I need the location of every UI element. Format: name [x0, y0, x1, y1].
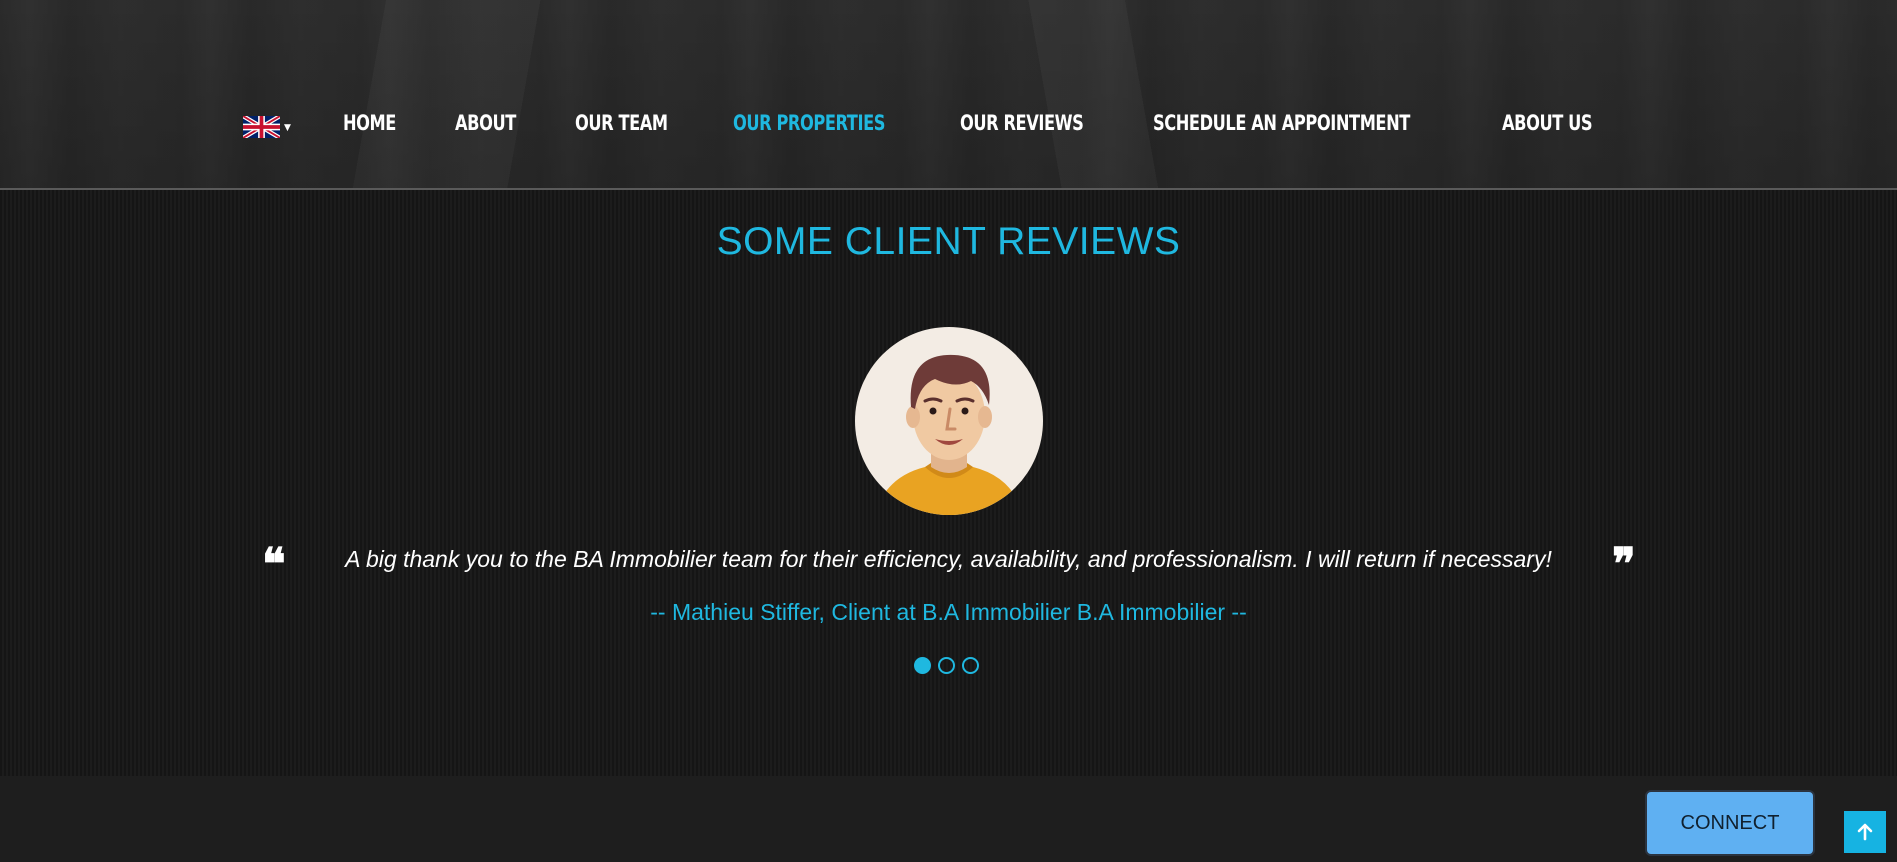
- arrow-up-icon: [1857, 823, 1873, 841]
- nav-item-schedule-appointment[interactable]: SCHEDULE AN APPOINTMENT: [1153, 111, 1410, 135]
- review-quote: A big thank you to the BA Immobilier tea…: [345, 546, 1552, 572]
- nav-item-about-us[interactable]: ABOUT US: [1502, 111, 1593, 135]
- site-header: ▼ HOME ABOUT OUR TEAM OUR PROPERTIES OUR…: [0, 0, 1897, 190]
- review-author: -- Mathieu Stiffer, Client at B.A Immobi…: [650, 599, 1247, 625]
- open-quote-icon: ❝: [262, 540, 286, 589]
- client-avatar-icon: [855, 327, 1043, 515]
- connect-button[interactable]: CONNECT: [1645, 790, 1815, 856]
- caret-down-icon: ▼: [284, 123, 291, 133]
- nav-item-our-properties[interactable]: OUR PROPERTIES: [733, 111, 885, 135]
- main-nav: HOME ABOUT OUR TEAM OUR PROPERTIES OUR R…: [343, 106, 1657, 140]
- uk-flag-icon: [243, 116, 280, 138]
- carousel-pagination: [914, 657, 986, 674]
- nav-item-our-reviews[interactable]: OUR REVIEWS: [960, 111, 1084, 135]
- close-quote-icon: ❞: [1612, 540, 1636, 589]
- language-selector[interactable]: ▼: [243, 114, 293, 140]
- section-title: SOME CLIENT REVIEWS: [716, 220, 1181, 263]
- carousel-dot-1[interactable]: [914, 657, 931, 674]
- nav-item-about[interactable]: ABOUT: [455, 111, 516, 135]
- carousel-dot-3[interactable]: [962, 657, 979, 674]
- nav-item-home[interactable]: HOME: [343, 111, 396, 135]
- reviews-section: SOME CLIENT REVIEWS ❝ A big thank you to…: [0, 190, 1897, 776]
- back-to-top-button[interactable]: [1844, 811, 1886, 853]
- nav-item-our-team[interactable]: OUR TEAM: [575, 111, 668, 135]
- carousel-dot-2[interactable]: [938, 657, 955, 674]
